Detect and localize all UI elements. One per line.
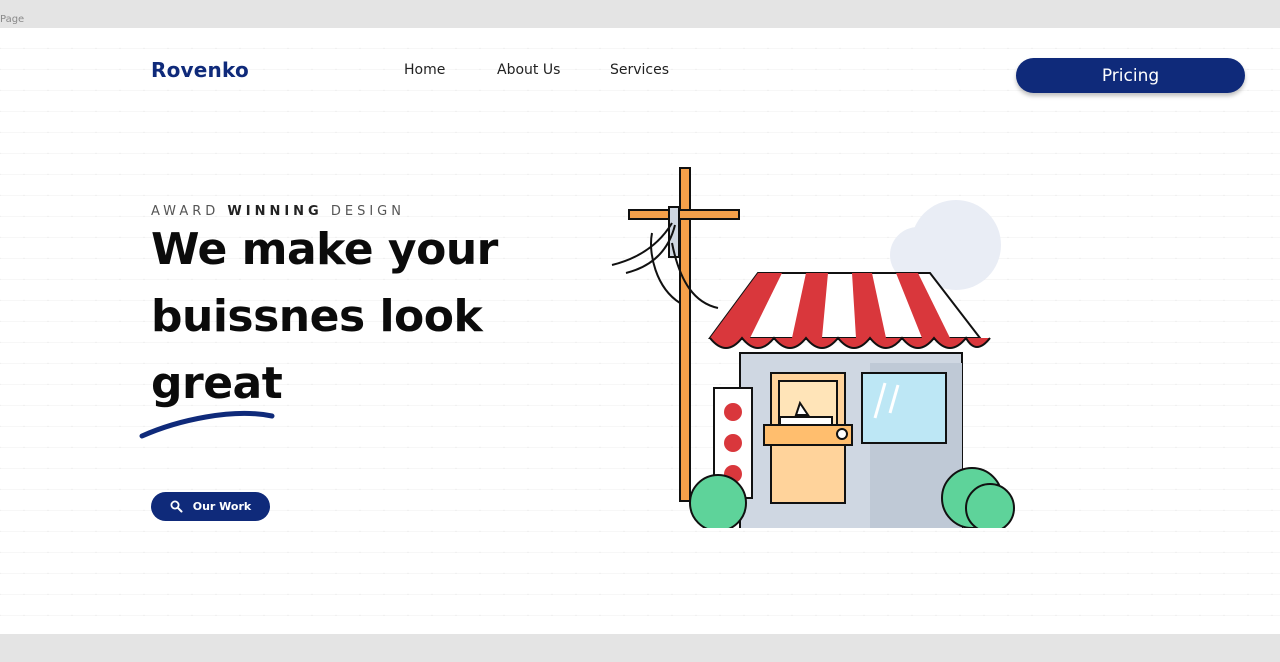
headline-line-1: We make your bbox=[151, 224, 498, 275]
search-icon bbox=[170, 500, 183, 513]
our-work-label: Our Work bbox=[192, 500, 252, 513]
nav-link-about-us[interactable]: About Us bbox=[497, 62, 560, 78]
bottom-frame-bar bbox=[0, 634, 1280, 662]
headline-underline-swoosh bbox=[139, 411, 275, 439]
our-work-button[interactable]: Our Work bbox=[151, 492, 270, 521]
headline-line-3: great bbox=[151, 358, 283, 409]
shop-illustration bbox=[611, 167, 1015, 528]
eyebrow-prefix: AWARD bbox=[151, 204, 220, 219]
landing-page: Rovenko Home About Us Services Pricing A… bbox=[0, 28, 1280, 634]
frame-label: Page bbox=[0, 14, 25, 25]
nav-link-home[interactable]: Home bbox=[404, 62, 445, 78]
headline-line-2: buissnes look bbox=[151, 291, 483, 342]
shop-building bbox=[739, 352, 963, 528]
eyebrow-bold: WINNING bbox=[227, 204, 323, 219]
brand-logo[interactable]: Rovenko bbox=[151, 58, 249, 82]
nav-link-services[interactable]: Services bbox=[610, 62, 669, 78]
hero-eyebrow: AWARD WINNING DESIGN bbox=[151, 204, 405, 219]
pricing-button[interactable]: Pricing bbox=[1016, 58, 1245, 93]
eyebrow-suffix: DESIGN bbox=[330, 204, 405, 219]
